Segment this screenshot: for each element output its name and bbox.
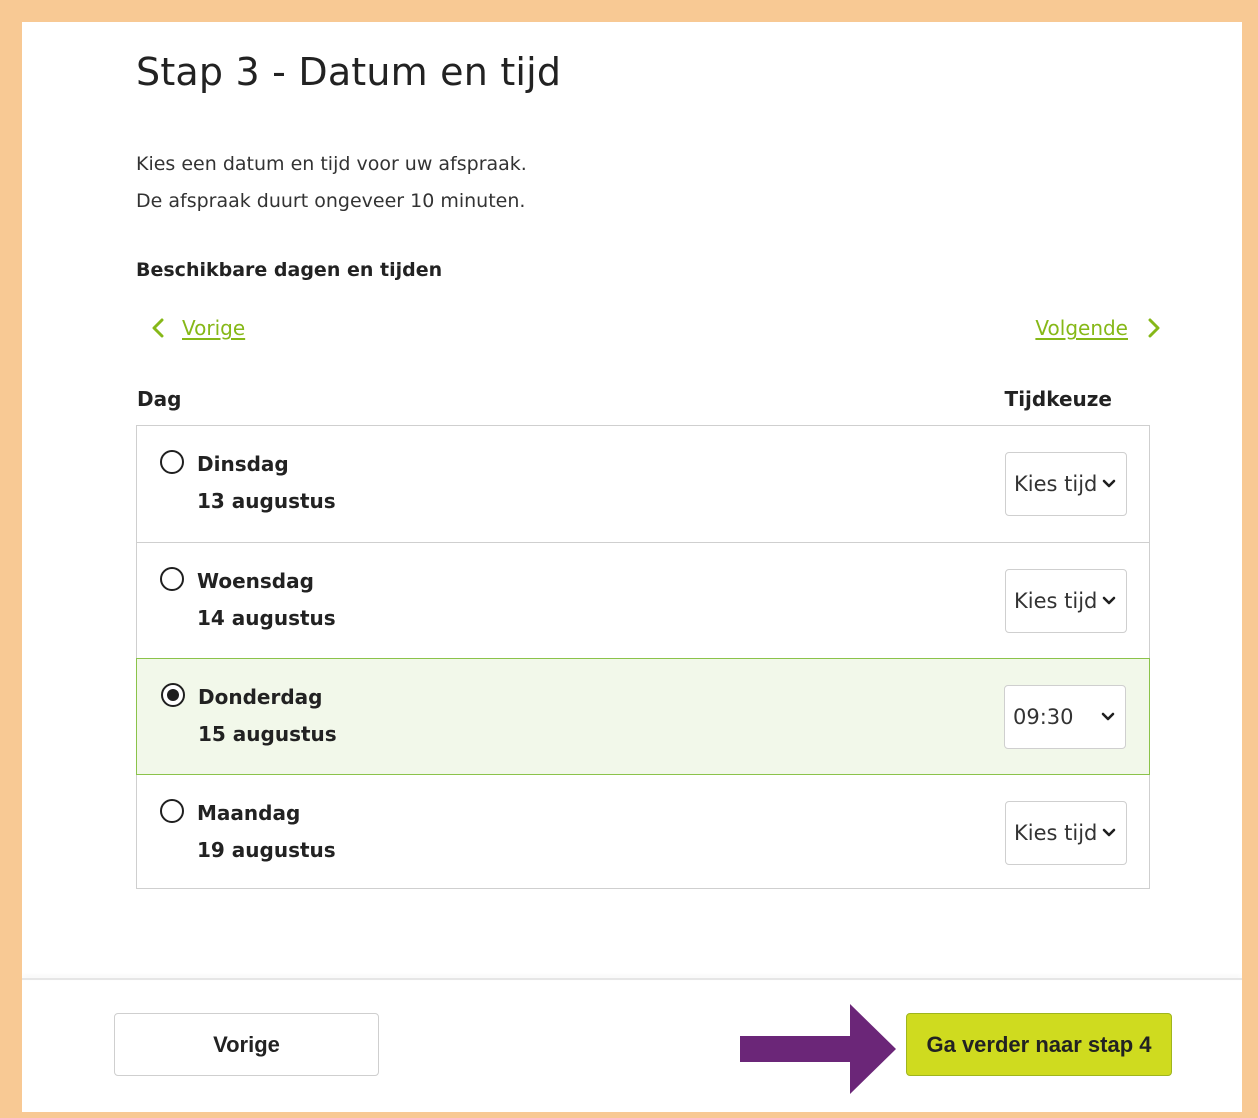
row-day: Dinsdag [197,452,289,476]
chevron-down-icon [1102,479,1116,488]
column-header-day: Dag [137,387,182,411]
previous-week-label[interactable]: Vorige [182,316,245,340]
page-frame: Stap 3 - Datum en tijd Kies een datum en… [22,22,1242,1112]
time-select[interactable]: 09:30 [1004,685,1126,749]
availability-table: Dinsdag 13 augustus Kies tijd Woensdag 1… [136,425,1150,889]
next-week-label[interactable]: Volgende [1035,316,1128,340]
section-heading: Beschikbare dagen en tijden [136,259,443,281]
row-date: 14 augustus [197,606,336,630]
footer-divider [22,978,1242,980]
row-date: 13 augustus [197,489,336,513]
previous-step-button[interactable]: Vorige [114,1013,379,1076]
table-row[interactable]: Woensdag 14 augustus Kies tijd [136,542,1150,659]
chevron-right-icon [1148,318,1160,338]
table-row[interactable]: Maandag 19 augustus Kies tijd [136,774,1150,891]
row-date: 19 augustus [197,838,336,862]
previous-week-link[interactable]: Vorige [152,316,245,340]
day-radio[interactable] [160,567,184,591]
intro-line-1: Kies een datum en tijd voor uw afspraak. [136,153,527,175]
time-select[interactable]: Kies tijd [1005,452,1127,516]
page-title: Stap 3 - Datum en tijd [136,50,562,94]
column-header-time: Tijdkeuze [1004,387,1112,411]
day-radio[interactable] [160,799,184,823]
day-radio-checked[interactable] [161,683,185,707]
chevron-down-icon [1102,828,1116,837]
row-day: Maandag [197,801,301,825]
table-row-selected[interactable]: Donderdag 15 augustus 09:30 [136,658,1150,775]
time-select[interactable]: Kies tijd [1005,801,1127,865]
chevron-down-icon [1102,596,1116,605]
intro-text: Kies een datum en tijd voor uw afspraak.… [136,146,527,220]
arrow-right-icon [740,1004,896,1094]
next-week-link[interactable]: Volgende [1035,316,1160,340]
row-day: Donderdag [198,685,323,709]
row-day: Woensdag [197,569,314,593]
time-select[interactable]: Kies tijd [1005,569,1127,633]
day-radio[interactable] [160,450,184,474]
intro-line-2: De afspraak duurt ongeveer 10 minuten. [136,190,526,212]
chevron-down-icon [1101,712,1115,721]
table-row[interactable]: Dinsdag 13 augustus Kies tijd [136,426,1150,543]
chevron-left-icon [152,318,164,338]
next-step-button[interactable]: Ga verder naar stap 4 [906,1013,1172,1076]
row-date: 15 augustus [198,722,337,746]
